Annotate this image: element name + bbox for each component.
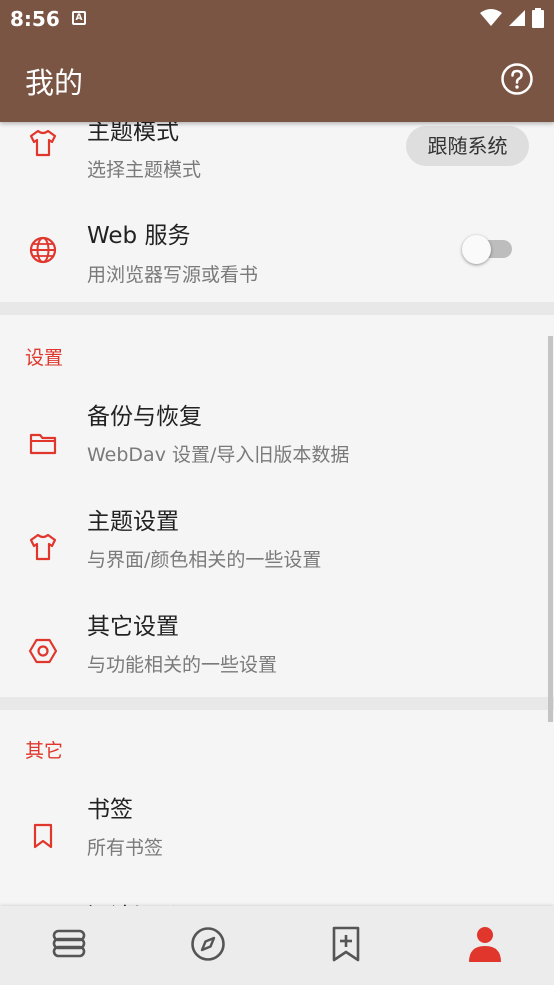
other-settings-subtitle: 与功能相关的一些设置 (87, 654, 278, 676)
read-history-title: 阅读记录 (87, 897, 179, 906)
theme-settings-title: 主题设置 (87, 509, 179, 535)
status-time: 8:56 (10, 7, 60, 31)
theme-settings-row[interactable]: 主题设置 与界面/颜色相关的一些设置 (0, 492, 554, 597)
stack-icon[interactable] (49, 924, 89, 964)
theme-mode-title: 主题模式 (87, 122, 179, 145)
preferences-section: 主题模式 选择主题模式 跟随系统 Web 服务 用浏览器写源或看书 (0, 122, 554, 302)
app-bar: 我的 (0, 36, 554, 122)
tshirt-icon (29, 533, 57, 561)
bookmark-plus-icon[interactable] (326, 924, 366, 964)
help-icon[interactable] (500, 62, 534, 96)
folder-icon (29, 433, 57, 455)
backup-restore-subtitle: WebDav 设置/导入旧版本数据 (87, 444, 350, 466)
settings-section: 设置 备份与恢复 WebDav 设置/导入旧版本数据 主题设置 与界面/颜色相关… (0, 315, 554, 697)
bookmark-icon (33, 823, 53, 849)
bookmarks-row[interactable]: 书签 所有书签 (0, 780, 554, 885)
web-service-title: Web 服务 (87, 223, 191, 249)
bottom-navigation (0, 906, 554, 985)
signal-icon (509, 10, 525, 26)
wifi-icon (480, 9, 502, 26)
section-divider (0, 697, 554, 710)
read-history-row[interactable]: 阅读记录 (0, 885, 554, 906)
page-title: 我的 (25, 66, 84, 100)
theme-mode-row[interactable]: 主题模式 选择主题模式 跟随系统 (0, 122, 554, 192)
theme-mode-subtitle: 选择主题模式 (87, 159, 202, 181)
scrollbar[interactable] (548, 336, 553, 722)
bookmarks-title: 书签 (87, 797, 133, 823)
bookmarks-subtitle: 所有书签 (87, 837, 164, 859)
theme-settings-subtitle: 与界面/颜色相关的一些设置 (87, 549, 322, 571)
content-scroll[interactable]: 主题模式 选择主题模式 跟随系统 Web 服务 用浏览器写源或看书 设置 备份与… (0, 122, 554, 906)
status-bar: 8:56 A (0, 0, 554, 36)
settings-section-header: 设置 (25, 347, 64, 369)
section-divider (0, 302, 554, 315)
other-section: 其它 书签 所有书签 阅读记录 (0, 710, 554, 906)
other-section-header: 其它 (25, 740, 64, 762)
web-service-subtitle: 用浏览器写源或看书 (87, 264, 259, 286)
notification-a-icon: A (72, 11, 86, 25)
other-settings-row[interactable]: 其它设置 与功能相关的一些设置 (0, 597, 554, 697)
battery-icon (532, 8, 544, 28)
web-service-switch[interactable] (462, 235, 491, 264)
backup-restore-row[interactable]: 备份与恢复 WebDav 设置/导入旧版本数据 (0, 387, 554, 492)
hexagon-settings-icon (28, 638, 58, 664)
globe-icon (29, 236, 57, 264)
compass-icon[interactable] (188, 924, 228, 964)
tshirt-icon (29, 129, 57, 157)
backup-restore-title: 备份与恢复 (87, 404, 202, 430)
status-icons (480, 8, 544, 28)
theme-mode-value-chip[interactable]: 跟随系统 (406, 126, 529, 166)
person-icon[interactable] (465, 924, 505, 964)
other-settings-title: 其它设置 (87, 614, 179, 640)
